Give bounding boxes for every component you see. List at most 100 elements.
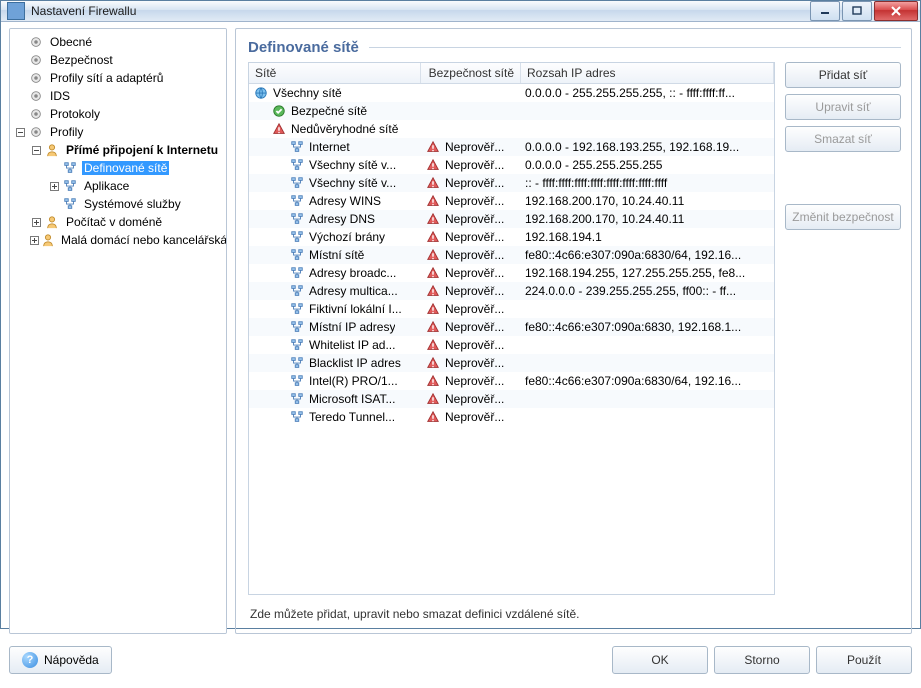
tree-item[interactable]: Protokoly — [10, 105, 226, 123]
header-rule — [369, 47, 901, 48]
table-row[interactable]: Fiktivní lokální I...Neprověř... — [249, 300, 774, 318]
security-value: Neprověř... — [445, 212, 504, 226]
warn-icon — [425, 283, 441, 299]
col-networks[interactable]: Sítě — [249, 63, 421, 83]
tree-item[interactable]: Definované sítě — [10, 159, 226, 177]
table-row[interactable]: Nedůvěryhodné sítě — [249, 120, 774, 138]
add-network-button[interactable]: Přidat síť — [785, 62, 901, 88]
expand-icon[interactable] — [14, 90, 26, 102]
tree-item[interactable]: IDS — [10, 87, 226, 105]
table-row[interactable]: Bezpečné sítě — [249, 102, 774, 120]
expand-icon[interactable] — [14, 126, 26, 138]
user-icon — [41, 232, 55, 248]
node-icon — [289, 247, 305, 263]
cancel-button[interactable]: Storno — [714, 646, 810, 674]
network-name: Internet — [309, 140, 350, 154]
nav-tree-panel[interactable]: Obecné Bezpečnost Profily sítí a adaptérů I… — [9, 28, 227, 634]
titlebar[interactable]: Nastavení Firewallu — [1, 1, 920, 22]
network-name: Adresy multica... — [309, 284, 398, 298]
table-row[interactable]: Whitelist IP ad...Neprověř... — [249, 336, 774, 354]
window-title: Nastavení Firewallu — [31, 4, 810, 18]
table-row[interactable]: Adresy WINSNeprověř...192.168.200.170, 1… — [249, 192, 774, 210]
tree-item[interactable]: Přímé připojení k Internetu — [10, 141, 226, 159]
node-icon — [289, 193, 305, 209]
gear-icon — [28, 70, 44, 86]
expand-icon[interactable] — [48, 180, 60, 192]
change-security-button[interactable]: Změnit bezpečnost — [785, 204, 901, 230]
check-icon — [271, 103, 287, 119]
delete-network-button[interactable]: Smazat síť — [785, 126, 901, 152]
tree-item[interactable]: Počítač v doméně — [10, 213, 226, 231]
net-icon — [62, 196, 78, 212]
expand-icon[interactable] — [48, 198, 60, 210]
table-body[interactable]: Všechny sítě0.0.0.0 - 255.255.255.255, :… — [249, 84, 774, 594]
node-icon — [289, 373, 305, 389]
ip-range: 192.168.194.1 — [521, 230, 774, 244]
tree-item[interactable]: Obecné — [10, 33, 226, 51]
close-button[interactable] — [874, 1, 918, 21]
network-name: Výchozí brány — [309, 230, 385, 244]
help-button[interactable]: ? Nápověda — [9, 646, 112, 674]
network-name: Adresy DNS — [309, 212, 375, 226]
node-icon — [289, 265, 305, 281]
tree-item-label: Počítač v doméně — [64, 215, 164, 229]
network-name: Adresy broadc... — [309, 266, 396, 280]
expand-icon[interactable] — [30, 234, 39, 246]
tree-item[interactable]: Malá domácí nebo kancelářská síť — [10, 231, 226, 249]
tree-item[interactable]: Systémové služby — [10, 195, 226, 213]
table-row[interactable]: Adresy multica...Neprověř...224.0.0.0 - … — [249, 282, 774, 300]
table-row[interactable]: Adresy DNSNeprověř...192.168.200.170, 10… — [249, 210, 774, 228]
expand-icon[interactable] — [30, 144, 42, 156]
tree-item[interactable]: Profily sítí a adaptérů — [10, 69, 226, 87]
maximize-button[interactable] — [842, 1, 872, 21]
warn-icon — [425, 265, 441, 281]
app-icon — [7, 2, 25, 20]
help-label: Nápověda — [44, 653, 99, 667]
table-row[interactable]: Místní IP adresyNeprověř...fe80::4c66:e3… — [249, 318, 774, 336]
table-row[interactable]: Výchozí brány Neprověř... 192.168.194.1 — [249, 228, 774, 246]
table-row[interactable]: Blacklist IP adresNeprověř... — [249, 354, 774, 372]
table-row[interactable]: Microsoft ISAT...Neprověř... — [249, 390, 774, 408]
window: Nastavení Firewallu Obecné Bezpečnost Prof… — [0, 0, 921, 629]
warn-icon — [425, 301, 441, 317]
apply-button[interactable]: Použít — [816, 646, 912, 674]
warn-icon — [425, 139, 441, 155]
bottom-bar: ? Nápověda OK Storno Použít — [9, 634, 912, 680]
edit-network-button[interactable]: Upravit síť — [785, 94, 901, 120]
table-row[interactable]: Adresy broadc...Neprověř...192.168.194.2… — [249, 264, 774, 282]
expand-icon[interactable] — [14, 108, 26, 120]
table-row[interactable]: InternetNeprověř...0.0.0.0 - 192.168.193… — [249, 138, 774, 156]
ok-button[interactable]: OK — [612, 646, 708, 674]
ip-range: fe80::4c66:e307:090a:6830/64, 192.16... — [521, 374, 774, 388]
table-row[interactable]: Všechny sítě v...Neprověř...0.0.0.0 - 25… — [249, 156, 774, 174]
node-icon — [289, 229, 305, 245]
security-value: Neprověř... — [445, 248, 504, 262]
network-name: Bezpečné sítě — [291, 104, 367, 118]
table-row[interactable]: Teredo Tunnel...Neprověř... — [249, 408, 774, 426]
security-value: Neprověř... — [445, 230, 504, 244]
tree-item[interactable]: Aplikace — [10, 177, 226, 195]
warn-icon — [271, 121, 287, 137]
warn-icon — [425, 175, 441, 191]
expand-icon[interactable] — [14, 72, 26, 84]
table-row[interactable]: Místní sítěNeprověř...fe80::4c66:e307:09… — [249, 246, 774, 264]
table-row[interactable]: Intel(R) PRO/1...Neprověř...fe80::4c66:e… — [249, 372, 774, 390]
expand-icon[interactable] — [48, 162, 60, 174]
tree-item[interactable]: Profily — [10, 123, 226, 141]
table-row[interactable]: Všechny sítě0.0.0.0 - 255.255.255.255, :… — [249, 84, 774, 102]
security-value: Neprověř... — [445, 410, 504, 424]
table-row[interactable]: Všechny sítě v...Neprověř...:: - ffff:ff… — [249, 174, 774, 192]
minimize-button[interactable] — [810, 1, 840, 21]
expand-icon[interactable] — [30, 216, 42, 228]
col-security[interactable]: Bezpečnost sítě — [421, 63, 521, 83]
expand-icon[interactable] — [14, 54, 26, 66]
security-value: Neprověř... — [445, 266, 504, 280]
tree-item-label: Bezpečnost — [48, 53, 115, 67]
tree-item-label: IDS — [48, 89, 72, 103]
ip-range: 224.0.0.0 - 239.255.255.255, ff00:: - ff… — [521, 284, 774, 298]
expand-icon[interactable] — [14, 36, 26, 48]
warn-icon — [425, 337, 441, 353]
tree-item-label: Profily sítí a adaptérů — [48, 71, 165, 85]
col-range[interactable]: Rozsah IP adres — [521, 63, 774, 83]
tree-item[interactable]: Bezpečnost — [10, 51, 226, 69]
